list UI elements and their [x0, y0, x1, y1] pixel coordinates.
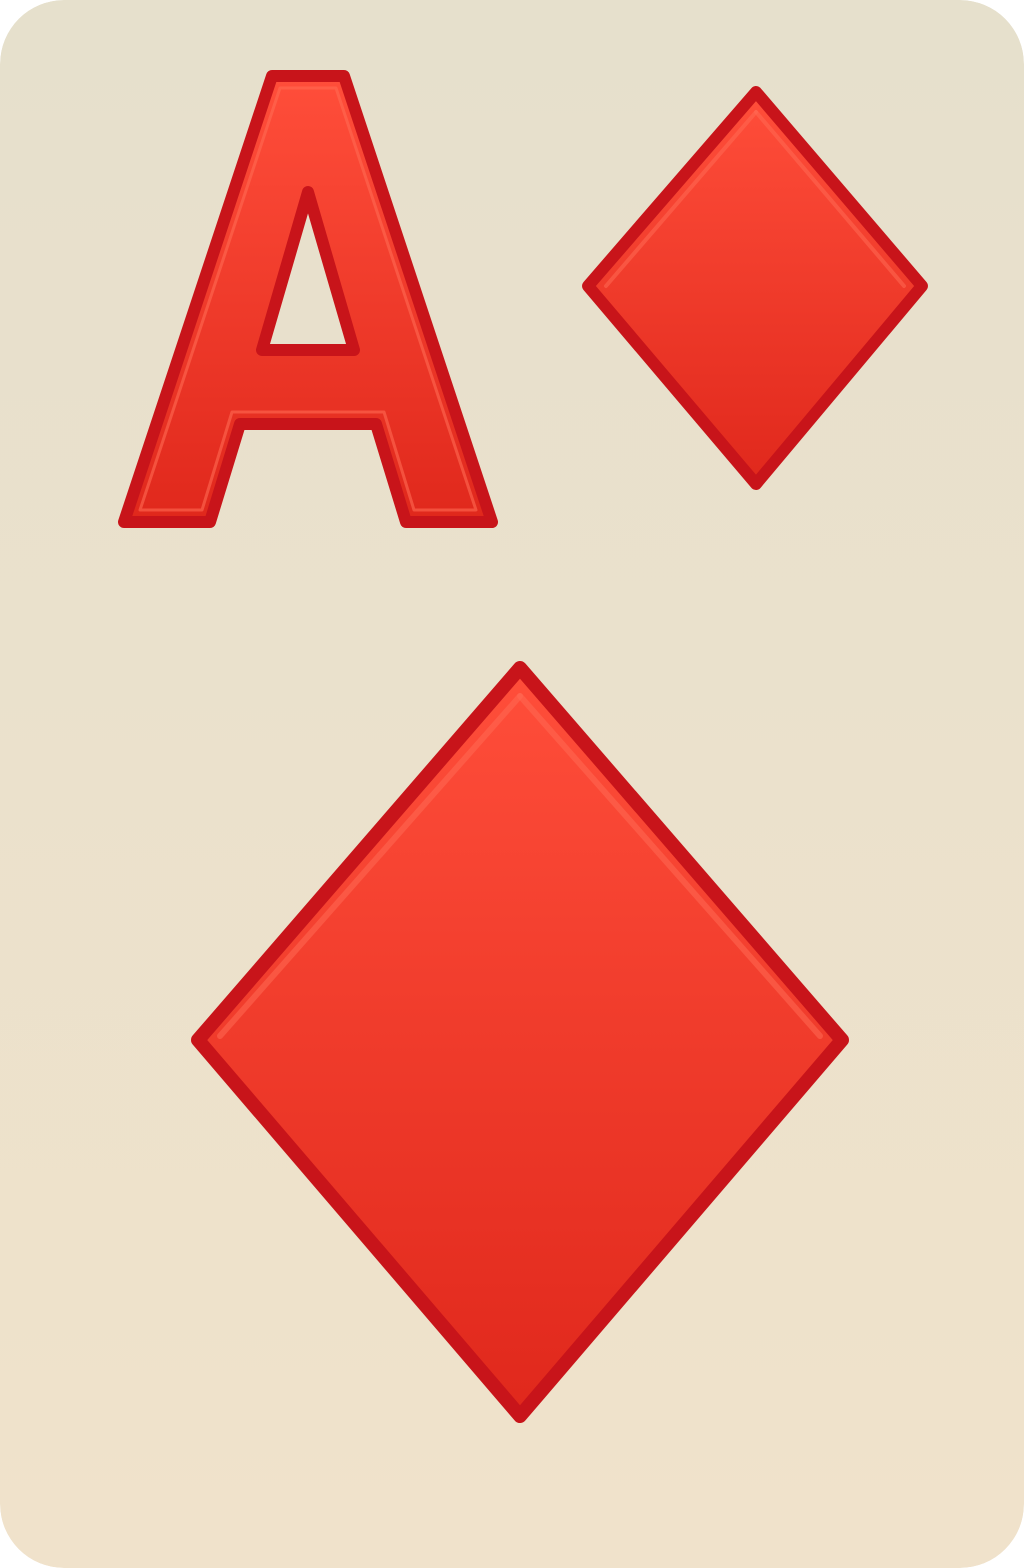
playing-card[interactable]: A — [0, 0, 1024, 1568]
card-face: A — [0, 0, 1024, 1568]
